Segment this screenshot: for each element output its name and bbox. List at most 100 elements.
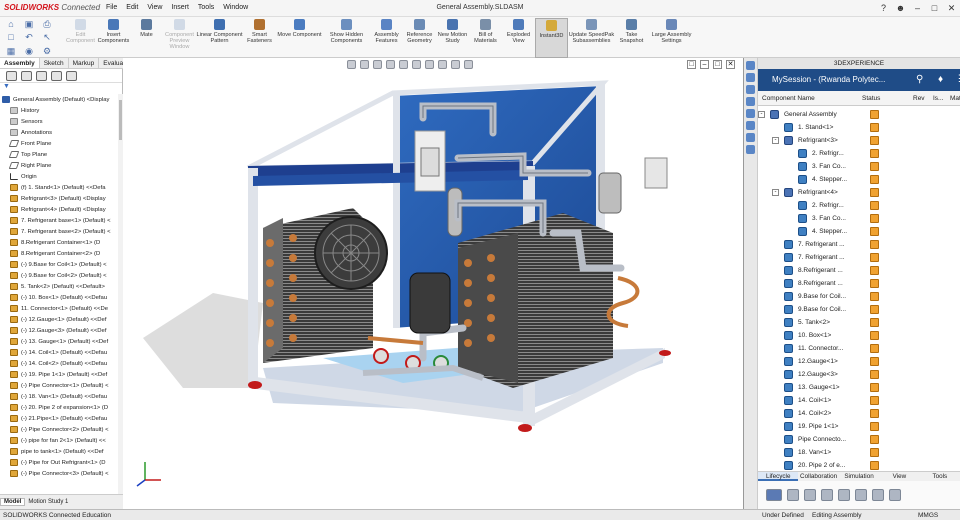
column-maturity[interactable]: Maturity bbox=[950, 91, 960, 106]
tree-item[interactable]: 8.Refrigerant Container<2> (D bbox=[0, 248, 118, 259]
tree-item[interactable]: (-) 18. Van<1> (Default) <<Defau bbox=[0, 391, 118, 402]
open-icon[interactable]: ▦ bbox=[3, 46, 19, 57]
ribbon-large-assembly-settings-button[interactable]: Large Assembly Settings bbox=[648, 18, 695, 58]
undo-icon[interactable]: ↶ bbox=[21, 32, 37, 43]
expand-toggle[interactable]: - bbox=[772, 137, 779, 144]
viewport-close-icon[interactable]: ✕ bbox=[726, 60, 735, 69]
menu-edit[interactable]: Edit bbox=[126, 4, 138, 11]
menu-view[interactable]: View bbox=[147, 4, 162, 11]
tree-item[interactable]: (-) 12.Gauge<1> (Default) <<Def bbox=[0, 314, 118, 325]
assembly-model[interactable] bbox=[123, 58, 743, 509]
structure-icon[interactable] bbox=[872, 489, 884, 501]
component-row[interactable]: 12.Gauge<1> bbox=[758, 355, 960, 368]
component-row[interactable]: 12.Gauge<3> bbox=[758, 368, 960, 381]
tree-item[interactable]: (-) Pipe Connector<2> (Default) < bbox=[0, 424, 118, 435]
help-icon[interactable]: ? bbox=[875, 0, 892, 17]
ribbon-exploded-view-button[interactable]: Exploded View bbox=[502, 18, 535, 58]
edit-appearance-icon[interactable] bbox=[438, 60, 447, 69]
display-style-icon[interactable] bbox=[412, 60, 421, 69]
menu-insert[interactable]: Insert bbox=[171, 4, 189, 11]
tree-item[interactable]: (-) 21.Pipe<1> (Default) <<Defau bbox=[0, 413, 118, 424]
expand-toggle[interactable]: - bbox=[758, 111, 765, 118]
component-row[interactable]: 7. Refrigerant ... bbox=[758, 251, 960, 264]
tab-simulation[interactable]: Simulation bbox=[839, 472, 879, 481]
restore-icon[interactable]: □ bbox=[926, 0, 943, 17]
tree-item[interactable]: (-) 9.Base for Coil<1> (Default) < bbox=[0, 259, 118, 270]
ribbon-bill-of-materials-button[interactable]: Bill of Materials bbox=[469, 18, 502, 58]
column-rev[interactable]: Rev bbox=[913, 91, 925, 106]
save-icon[interactable]: ▣ bbox=[21, 19, 37, 30]
component-row[interactable]: - Refrigrant<3> bbox=[758, 134, 960, 147]
options-icon[interactable]: ⚙ bbox=[39, 46, 55, 57]
tab-motion-study-1[interactable]: Motion Study 1 bbox=[25, 499, 71, 505]
ribbon-assembly-features-button[interactable]: Assembly Features bbox=[370, 18, 403, 58]
component-row[interactable]: 9.Base for Coil... bbox=[758, 290, 960, 303]
component-row[interactable]: 7. Refrigerant ... bbox=[758, 238, 960, 251]
open-icon[interactable] bbox=[787, 489, 799, 501]
tree-item[interactable]: 11. Connector<1> (Default) <<De bbox=[0, 303, 118, 314]
tree-item[interactable]: (-) Pipe Connector<3> (Default) < bbox=[0, 468, 118, 479]
component-row[interactable]: 8.Refrigerant ... bbox=[758, 277, 960, 290]
tree-item[interactable]: Top Plane bbox=[0, 149, 118, 160]
property-manager-icon[interactable] bbox=[21, 71, 32, 81]
tree-item[interactable]: (-) 9.Base for Coil<2> (Default) < bbox=[0, 270, 118, 281]
component-row[interactable]: 8.Refrigerant ... bbox=[758, 264, 960, 277]
component-row[interactable]: 4. Stepper... bbox=[758, 173, 960, 186]
viewport-split-icon[interactable]: □ bbox=[687, 60, 696, 69]
resources-icon[interactable] bbox=[746, 73, 755, 82]
column-status[interactable]: Status bbox=[862, 91, 880, 106]
print-icon[interactable]: ⎙ bbox=[39, 19, 55, 30]
tree-item[interactable]: Annotations bbox=[0, 127, 118, 138]
save-to-platform-icon[interactable] bbox=[766, 489, 782, 501]
component-row[interactable]: 3. Fan Co... bbox=[758, 212, 960, 225]
ribbon-edit-component-button[interactable]: Edit Component bbox=[64, 18, 97, 58]
tree-item[interactable]: (-) 20. Pipe 2 of expansion<1> (D bbox=[0, 402, 118, 413]
tree-item[interactable]: 7. Refrigerant base<1> (Default) < bbox=[0, 215, 118, 226]
filter-icon[interactable]: ▼ bbox=[0, 83, 122, 93]
viewport-restore-icon[interactable]: □ bbox=[713, 60, 722, 69]
design-library-icon[interactable] bbox=[746, 85, 755, 94]
tree-item[interactable]: History bbox=[0, 105, 118, 116]
column-component-name[interactable]: Component Name bbox=[762, 91, 815, 106]
tree-item[interactable]: General Assembly (Default) <Display bbox=[0, 94, 118, 105]
ribbon-move-component-button[interactable]: Move Component bbox=[276, 18, 323, 58]
ribbon-smart-fasteners-button[interactable]: Smart Fasteners bbox=[243, 18, 276, 58]
expand-toggle[interactable]: - bbox=[772, 189, 779, 196]
appearances-icon[interactable] bbox=[746, 121, 755, 130]
forum-icon[interactable] bbox=[746, 145, 755, 154]
component-row[interactable]: - Refrigrant<4> bbox=[758, 186, 960, 199]
component-row[interactable]: 14. Coil<1> bbox=[758, 394, 960, 407]
search-icon[interactable]: ⚲ bbox=[916, 73, 928, 86]
hide-show-icon[interactable] bbox=[425, 60, 434, 69]
tab-lifecycle[interactable]: Lifecycle bbox=[758, 472, 799, 481]
section-view-icon[interactable] bbox=[386, 60, 395, 69]
view-settings-icon[interactable] bbox=[464, 60, 473, 69]
user-icon[interactable]: ☻ bbox=[892, 0, 909, 17]
lifecycle-icon[interactable] bbox=[838, 489, 850, 501]
tree-item[interactable]: Refrigrant<3> (Default) <Display bbox=[0, 193, 118, 204]
tree-item[interactable]: Right Plane bbox=[0, 160, 118, 171]
ribbon-insert-components-button[interactable]: Insert Components bbox=[97, 18, 130, 58]
ribbon-reference-geometry-button[interactable]: Reference Geometry bbox=[403, 18, 436, 58]
tree-item[interactable]: 5. Tank<2> (Default) <<Default> bbox=[0, 281, 118, 292]
tree-item[interactable]: 8.Refrigerant Container<1> (D bbox=[0, 237, 118, 248]
scene-icon[interactable] bbox=[451, 60, 460, 69]
refresh-icon[interactable] bbox=[821, 489, 833, 501]
viewport-minimize-icon[interactable]: – bbox=[700, 60, 709, 69]
component-row[interactable]: Pipe Connecto... bbox=[758, 433, 960, 446]
tab-collaboration[interactable]: Collaboration bbox=[798, 472, 838, 481]
previous-view-icon[interactable] bbox=[373, 60, 382, 69]
component-row[interactable]: 3. Fan Co... bbox=[758, 160, 960, 173]
menu-file[interactable]: File bbox=[106, 4, 117, 11]
component-row[interactable]: 2. Refrigr... bbox=[758, 199, 960, 212]
status-units[interactable]: MMGS bbox=[918, 510, 938, 521]
ribbon-take-snapshot-button[interactable]: Take Snapshot bbox=[615, 18, 648, 58]
component-row[interactable]: 18. Van<1> bbox=[758, 446, 960, 459]
ribbon-linear-component-pattern-button[interactable]: Linear Component Pattern bbox=[196, 18, 243, 58]
tab-sketch[interactable]: Sketch bbox=[40, 58, 69, 68]
tree-item[interactable]: (-) 13. Gauge<1> (Default) <<Def bbox=[0, 336, 118, 347]
view-palette-icon[interactable] bbox=[746, 109, 755, 118]
component-row[interactable]: 19. Pipe 1<1> bbox=[758, 420, 960, 433]
tree-item[interactable]: Front Plane bbox=[0, 138, 118, 149]
configuration-manager-icon[interactable] bbox=[36, 71, 47, 81]
